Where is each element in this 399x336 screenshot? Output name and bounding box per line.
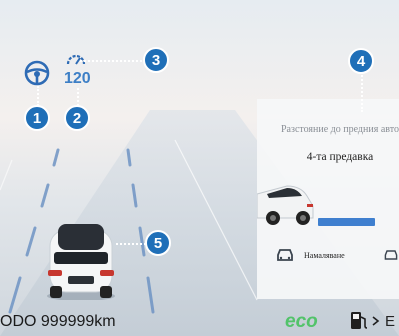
gear-status: 4-та предавка	[306, 151, 374, 163]
fuel-pump-icon	[351, 312, 368, 329]
callout-3-badge: 3	[143, 47, 169, 73]
steering-wheel-icon	[24, 60, 50, 86]
callout-1-leader	[37, 86, 39, 106]
odometer-readout: ODO 999999km	[0, 313, 116, 330]
reduce-label: Намаляване	[304, 251, 345, 260]
ego-car-image	[47, 224, 115, 300]
car-outline-icon	[277, 249, 293, 261]
lead-car-image	[257, 185, 314, 225]
callout-2-leader	[77, 88, 79, 106]
distance-label: Разстояние до предния автомобил	[281, 124, 399, 135]
speed-limit-value: 120	[64, 70, 91, 87]
distance-progress-bar	[318, 218, 375, 226]
car-outline-icon-right	[384, 250, 398, 260]
callout-5-leader	[116, 243, 146, 245]
callout-5-badge: 5	[145, 230, 171, 256]
callout-4-leader	[361, 72, 363, 112]
callout-3-leader	[80, 60, 142, 62]
eco-mode-indicator: eco	[285, 311, 318, 332]
callout-2-badge: 2	[64, 105, 90, 131]
chevron-right-icon	[372, 316, 380, 326]
fuel-empty-label: E	[385, 313, 396, 330]
callout-4-badge: 4	[348, 48, 374, 74]
callout-1-badge: 1	[24, 105, 50, 131]
